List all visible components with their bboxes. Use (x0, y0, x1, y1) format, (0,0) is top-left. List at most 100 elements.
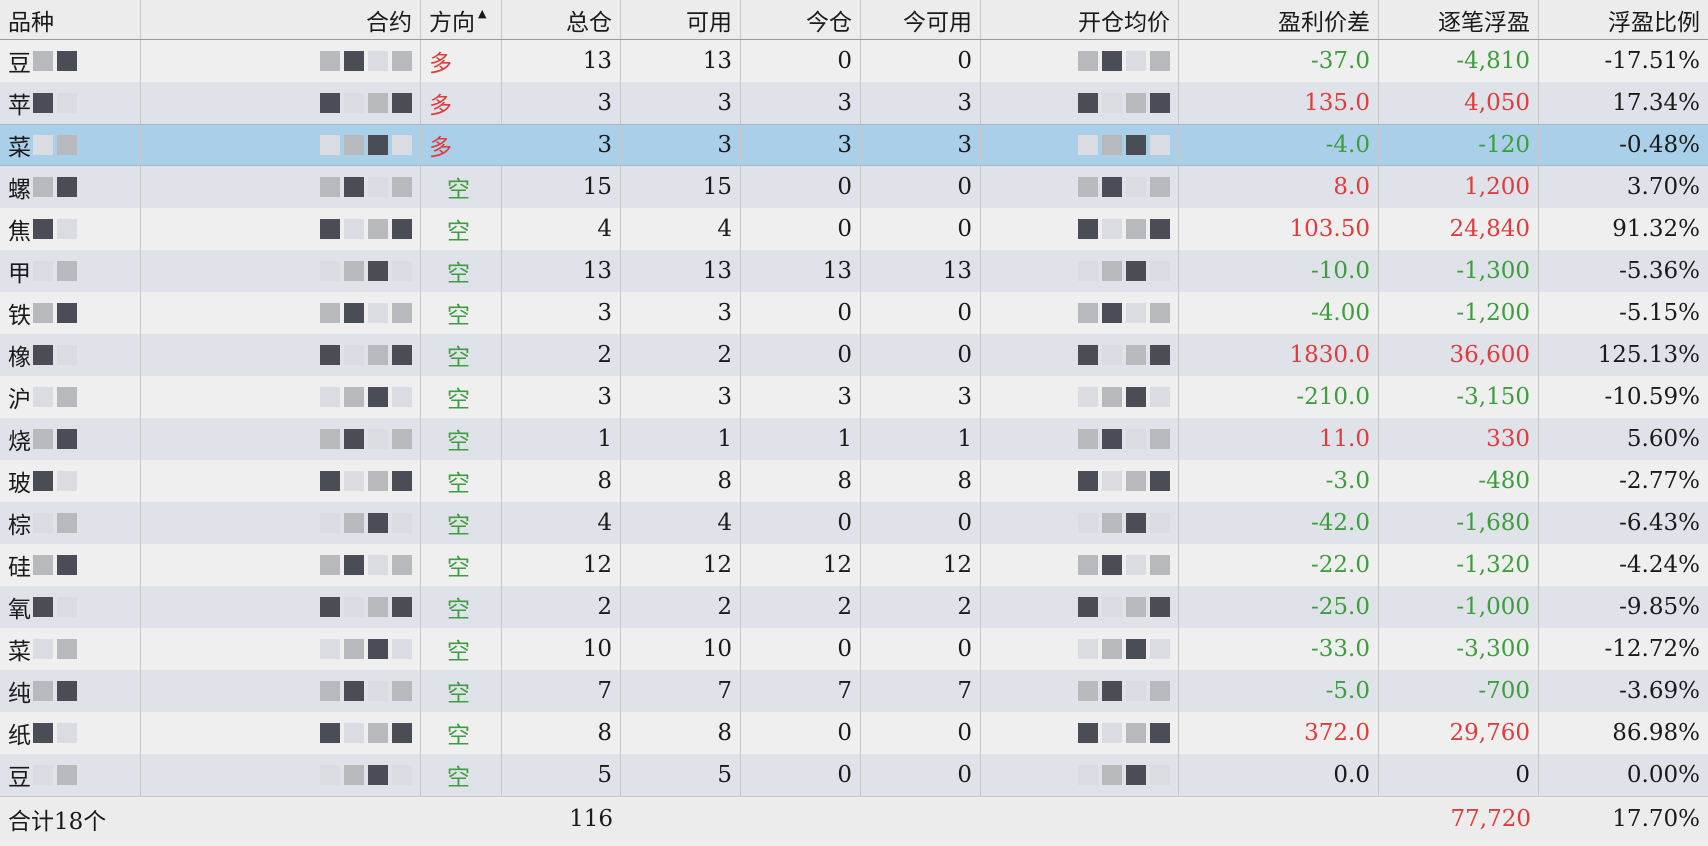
summary-float-pl: 77,720 (1379, 797, 1539, 840)
cell-contract (141, 670, 421, 712)
cell-contract (141, 502, 421, 544)
cell-float-ratio: -4.24% (1539, 544, 1708, 586)
cell-direction: 空 (421, 628, 502, 670)
summary-today (741, 797, 861, 840)
redaction-block (320, 219, 340, 239)
cell-available: 12 (621, 544, 741, 586)
table-row[interactable]: 甲 空 13 13 13 13 -10.0 -1,300 -5.36% (0, 250, 1708, 292)
redacted-mask (318, 723, 412, 743)
header-open-avg[interactable]: 开仓均价 (981, 0, 1179, 39)
cell-today-available: 0 (861, 208, 981, 250)
cell-today-available: 0 (861, 166, 981, 208)
redaction-block (1150, 387, 1170, 407)
redaction-block (1078, 135, 1098, 155)
redaction-block (320, 387, 340, 407)
redaction-block (1126, 639, 1146, 659)
header-contract[interactable]: 合约 (141, 0, 421, 39)
header-variety-label: 品种 (8, 9, 54, 36)
table-row[interactable]: 烧 空 1 1 1 1 11.0 330 5.60% (0, 418, 1708, 460)
cell-today-available-text: 0 (957, 510, 972, 536)
cell-today-available: 8 (861, 460, 981, 502)
cell-open-avg (981, 334, 1179, 376)
redacted-mask (31, 513, 77, 533)
summary-float-ratio-text: 17.70% (1612, 805, 1700, 832)
cell-profit-diff: -22.0 (1179, 544, 1379, 586)
header-float-ratio[interactable]: 浮盈比例 (1539, 0, 1708, 39)
redaction-block (1102, 135, 1122, 155)
cell-direction-text: 空 (447, 681, 470, 707)
redaction-block (320, 471, 340, 491)
header-variety[interactable]: 品种 (0, 0, 141, 39)
table-row[interactable]: 橡 空 2 2 0 0 1830.0 36,600 125.13% (0, 334, 1708, 376)
header-total[interactable]: 总仓 (502, 0, 621, 39)
redaction-block (320, 135, 340, 155)
redaction-block (1126, 513, 1146, 533)
cell-available: 3 (621, 82, 741, 124)
cell-today-available: 12 (861, 544, 981, 586)
cell-direction-text: 空 (447, 765, 470, 791)
cell-today-text: 12 (822, 552, 852, 578)
redaction-block (344, 639, 364, 659)
redaction-block (1126, 387, 1146, 407)
cell-variety-text: 豆 (8, 765, 31, 791)
cell-today: 8 (741, 460, 861, 502)
redacted-mask (31, 597, 77, 617)
redaction-block (1102, 387, 1122, 407)
redacted-mask (318, 555, 412, 575)
cell-contract (141, 628, 421, 670)
redaction-block (57, 261, 77, 281)
cell-direction-text: 多 (429, 93, 452, 119)
table-row[interactable]: 螺 空 15 15 0 0 8.0 1,200 3.70% (0, 166, 1708, 208)
redaction-block (33, 303, 53, 323)
redaction-block (1078, 345, 1098, 365)
header-available[interactable]: 可用 (621, 0, 741, 39)
table-row[interactable]: 焦 空 4 4 0 0 103.50 24,840 91.32% (0, 208, 1708, 250)
table-row[interactable]: 硅 空 12 12 12 12 -22.0 -1,320 -4.24% (0, 544, 1708, 586)
table-row[interactable]: 纯 空 7 7 7 7 -5.0 -700 -3.69% (0, 670, 1708, 712)
cell-open-avg (981, 628, 1179, 670)
cell-total-text: 2 (597, 342, 612, 368)
table-row[interactable]: 菜 多 3 3 3 3 -4.0 -120 -0.48% (0, 124, 1708, 166)
cell-today: 0 (741, 166, 861, 208)
cell-variety: 豆 (0, 754, 141, 796)
cell-today-available: 0 (861, 334, 981, 376)
header-float-pl[interactable]: 逐笔浮盈 (1379, 0, 1539, 39)
redacted-mask (1076, 765, 1170, 785)
cell-float-pl: -1,300 (1379, 250, 1539, 292)
table-row[interactable]: 苹 多 3 3 3 3 135.0 4,050 17.34% (0, 82, 1708, 124)
cell-profit-diff: -4.0 (1179, 125, 1379, 165)
summary-direction (421, 797, 502, 840)
redaction-block (1102, 429, 1122, 449)
cell-float-pl: 29,760 (1379, 712, 1539, 754)
table-row[interactable]: 豆 多 13 13 0 0 -37.0 -4,810 -17.51% (0, 40, 1708, 82)
header-today-available[interactable]: 今可用 (861, 0, 981, 39)
cell-today-available: 0 (861, 502, 981, 544)
header-direction[interactable]: 方向 ▲ (421, 0, 502, 39)
header-today[interactable]: 今仓 (741, 0, 861, 39)
cell-contract (141, 544, 421, 586)
table-row[interactable]: 铁 空 3 3 0 0 -4.00 -1,200 -5.15% (0, 292, 1708, 334)
redaction-block (1102, 303, 1122, 323)
cell-float-ratio-text: -4.24% (1619, 552, 1700, 578)
table-row[interactable]: 沪 空 3 3 3 3 -210.0 -3,150 -10.59% (0, 376, 1708, 418)
cell-today-available-text: 13 (942, 258, 972, 284)
summary-total-text: 116 (569, 805, 613, 832)
redacted-mask (318, 513, 412, 533)
cell-float-ratio-text: -9.85% (1619, 594, 1700, 620)
redaction-block (1150, 219, 1170, 239)
cell-variety-text: 沪 (8, 387, 31, 413)
table-row[interactable]: 棕 空 4 4 0 0 -42.0 -1,680 -6.43% (0, 502, 1708, 544)
cell-today: 0 (741, 712, 861, 754)
cell-direction: 多 (421, 40, 502, 82)
table-row[interactable]: 纸 空 8 8 0 0 372.0 29,760 86.98% (0, 712, 1708, 754)
table-row[interactable]: 豆 空 5 5 0 0 0.0 0 0.00% (0, 754, 1708, 796)
cell-float-pl: 0 (1379, 754, 1539, 796)
cell-today-available-text: 12 (942, 552, 972, 578)
table-row[interactable]: 玻 空 8 8 8 8 -3.0 -480 -2.77% (0, 460, 1708, 502)
cell-direction-text: 多 (429, 51, 452, 77)
cell-float-ratio: -12.72% (1539, 628, 1708, 670)
header-profit-diff[interactable]: 盈利价差 (1179, 0, 1379, 39)
table-row[interactable]: 氧 空 2 2 2 2 -25.0 -1,000 -9.85% (0, 586, 1708, 628)
redacted-mask (1076, 345, 1170, 365)
table-row[interactable]: 菜 空 10 10 0 0 -33.0 -3,300 -12.72% (0, 628, 1708, 670)
